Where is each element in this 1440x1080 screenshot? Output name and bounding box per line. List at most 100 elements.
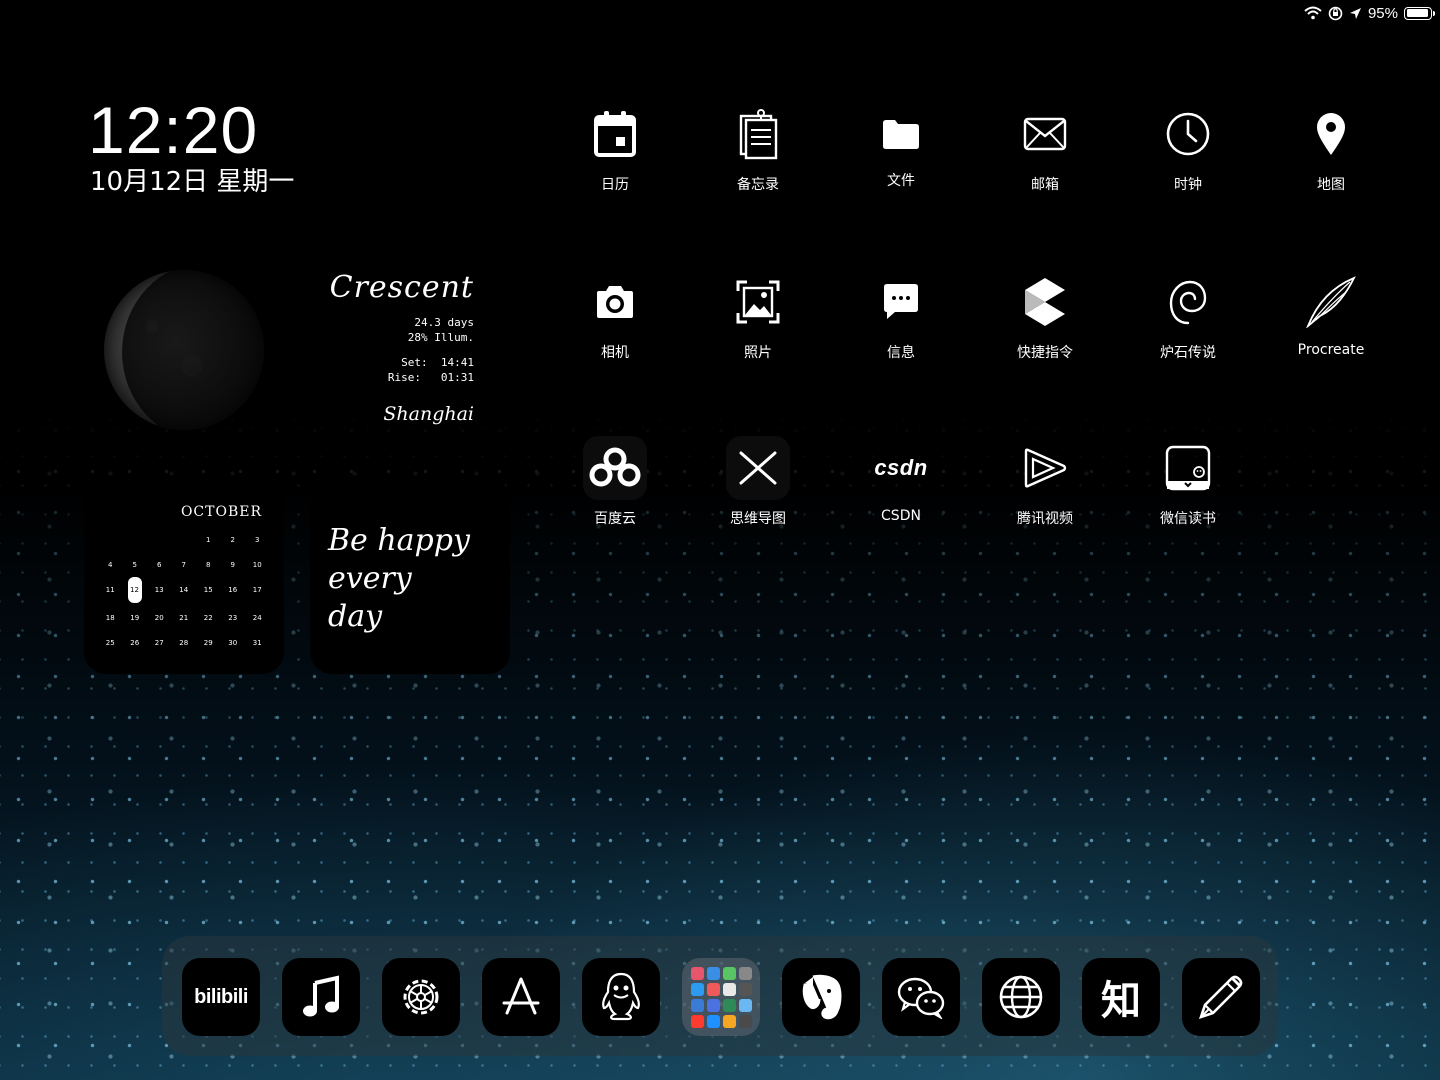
dock-browser[interactable]: [982, 958, 1060, 1036]
app-hearthstone[interactable]: 炉石传说: [1123, 270, 1253, 362]
shortcuts-icon: [1013, 270, 1077, 334]
app-shortcuts[interactable]: 快捷指令: [980, 270, 1110, 362]
calendar-day: 19: [130, 614, 140, 622]
app-csdn[interactable]: csdn CSDN: [836, 436, 966, 524]
app-label: Procreate: [1297, 342, 1365, 358]
app-files[interactable]: 文件: [836, 102, 966, 190]
app-label: 地图: [1317, 177, 1345, 193]
moon-age: 24.3 days: [414, 316, 474, 329]
map-pin-icon: [1299, 102, 1363, 166]
app-label: 邮箱: [1031, 177, 1059, 193]
battery-percent: 95%: [1367, 4, 1398, 22]
app-notes[interactable]: 备忘录: [693, 102, 823, 194]
dock-folder[interactable]: [682, 958, 760, 1036]
calendar-day: 13: [154, 586, 164, 594]
clock-time: 12:20: [88, 93, 259, 167]
calendar-day: 7: [181, 561, 186, 569]
app-label: 快捷指令: [1017, 345, 1073, 361]
folder-icon: [869, 102, 933, 166]
moon-set-label: Set:: [401, 356, 428, 369]
moon-info-widget[interactable]: Crescent 24.3 days 28% Illum. Set: 14:41…: [284, 270, 474, 425]
moon-rise-row: Rise: 01:31: [284, 370, 474, 385]
cloud-icon: [583, 436, 647, 500]
app-photos[interactable]: 照片: [693, 270, 823, 362]
app-baidu-cloud[interactable]: 百度云: [550, 436, 680, 528]
calendar-month: OCTOBER: [180, 504, 262, 520]
calendar-day: 25: [105, 639, 115, 647]
moon-illumination: 28% Illum.: [407, 331, 474, 344]
calendar-day: 28: [179, 639, 189, 647]
music-note-icon: [303, 975, 339, 1017]
calendar-day: 22: [203, 614, 213, 622]
wifi-icon: [1304, 6, 1322, 20]
calendar-day: 23: [228, 614, 238, 622]
app-label: 思维导图: [730, 511, 786, 527]
zhihu-logo-icon: 知: [1101, 978, 1141, 1024]
app-wechat-read[interactable]: 微信读书: [1123, 436, 1253, 528]
calendar-day: 9: [230, 561, 235, 569]
battery-level-fill: [1406, 9, 1429, 17]
app-label: 日历: [601, 177, 629, 193]
app-procreate[interactable]: Procreate: [1266, 270, 1396, 358]
dock-evernote[interactable]: [782, 958, 860, 1036]
dock-notability[interactable]: [1182, 958, 1260, 1036]
calendar-day: 16: [228, 586, 238, 594]
globe-icon: [999, 975, 1043, 1019]
moon-image[interactable]: [104, 270, 264, 430]
app-label: 时钟: [1174, 177, 1202, 193]
calendar-day: 6: [157, 561, 162, 569]
calendar-day: 27: [154, 639, 164, 647]
dock-qq[interactable]: [582, 958, 660, 1036]
calendar-day: [147, 530, 172, 550]
app-mindmap[interactable]: 思维导图: [693, 436, 823, 528]
app-clock[interactable]: 时钟: [1123, 102, 1253, 194]
calendar-day: 20: [154, 614, 164, 622]
note-text: Be happy every day: [328, 522, 470, 636]
book-icon: [1156, 436, 1220, 500]
calendar-day: 10: [252, 561, 262, 569]
moon-rise-label: Rise:: [387, 371, 421, 384]
calendar-day: 4: [108, 561, 113, 569]
cross-icon: [726, 436, 790, 500]
clock-date: 10月12日 星期一: [90, 167, 295, 197]
app-label: 文件: [887, 173, 915, 189]
bilibili-logo-icon: bilibili: [194, 985, 248, 1008]
app-label: 照片: [744, 345, 772, 361]
dock-app-store[interactable]: [482, 958, 560, 1036]
dock-bilibili[interactable]: bilibili: [182, 958, 260, 1036]
calendar-day: [98, 530, 123, 550]
app-tencent-video[interactable]: 腾讯视频: [980, 436, 1110, 528]
calendar-widget[interactable]: OCTOBER 1 2 3 4 5 6 7 8 9 10 11 12 13 14 15 16 17 18 19 20 2…: [84, 478, 284, 674]
calendar-day: 1: [206, 536, 211, 544]
app-label: 炉石传说: [1160, 345, 1216, 361]
calendar-day: 11: [105, 586, 115, 594]
app-maps[interactable]: 地图: [1266, 102, 1396, 194]
app-mail[interactable]: 邮箱: [980, 102, 1110, 194]
calendar-day: 15: [203, 586, 213, 594]
calendar-day: 24: [252, 614, 262, 622]
play-icon: [1013, 436, 1077, 500]
calendar-day: [123, 530, 148, 550]
brush-icon: [1299, 270, 1363, 334]
app-label: CSDN: [881, 508, 921, 524]
photo-icon: [726, 270, 790, 334]
app-label: 备忘录: [737, 177, 779, 193]
note-widget[interactable]: Be happy every day: [310, 478, 510, 674]
calendar-day: 5: [132, 561, 137, 569]
gear-icon: [403, 979, 439, 1015]
app-calendar[interactable]: 日历: [550, 102, 680, 194]
app-messages[interactable]: 信息: [836, 270, 966, 362]
calendar-day: 17: [252, 586, 262, 594]
pencil-icon: [1198, 975, 1243, 1020]
dock-settings[interactable]: [382, 958, 460, 1036]
moon-rise-time: 01:31: [440, 371, 474, 384]
dock-zhihu[interactable]: 知: [1082, 958, 1160, 1036]
app-camera[interactable]: 相机: [550, 270, 680, 362]
dock-music[interactable]: [282, 958, 360, 1036]
calendar-day: 29: [203, 639, 213, 647]
mail-icon: [1013, 102, 1077, 166]
dock-wechat[interactable]: [882, 958, 960, 1036]
elephant-icon: [802, 974, 842, 1020]
note-line-1: Be happy: [328, 523, 470, 558]
calendar-icon: [583, 102, 647, 166]
